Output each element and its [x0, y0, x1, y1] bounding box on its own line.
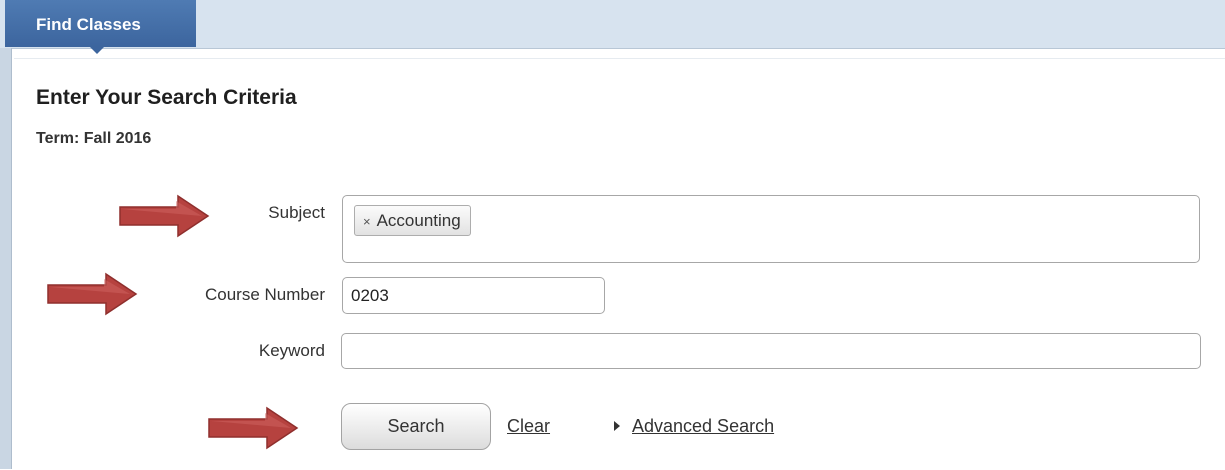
course-number-label: Course Number [205, 285, 325, 304]
close-icon[interactable]: × [363, 214, 371, 229]
caret-right-icon[interactable] [614, 421, 620, 431]
arrow-right-icon [119, 194, 210, 238]
tab-label: Find Classes [36, 15, 141, 34]
tab-find-classes[interactable]: Find Classes [5, 0, 196, 47]
course-number-input[interactable] [342, 277, 605, 314]
subject-chip-label: Accounting [376, 211, 461, 230]
clear-link[interactable]: Clear [507, 416, 550, 437]
term-info: Term: Fall 2016 [36, 130, 151, 148]
arrow-right-icon [47, 272, 138, 316]
subject-chip-accounting[interactable]: × Accounting [354, 205, 471, 236]
advanced-search-link[interactable]: Advanced Search [632, 416, 774, 437]
arrow-right-icon [208, 406, 299, 450]
page-title: Enter Your Search Criteria [36, 86, 297, 109]
search-panel [14, 58, 1225, 470]
keyword-input[interactable] [341, 333, 1201, 369]
term-label: Term: [36, 130, 80, 147]
search-button[interactable]: Search [341, 403, 491, 450]
term-value: Fall 2016 [83, 130, 152, 147]
left-rail [0, 48, 12, 469]
subject-multiselect[interactable]: × Accounting [342, 195, 1200, 263]
active-tab-pointer [90, 47, 104, 54]
keyword-label: Keyword [258, 341, 325, 360]
